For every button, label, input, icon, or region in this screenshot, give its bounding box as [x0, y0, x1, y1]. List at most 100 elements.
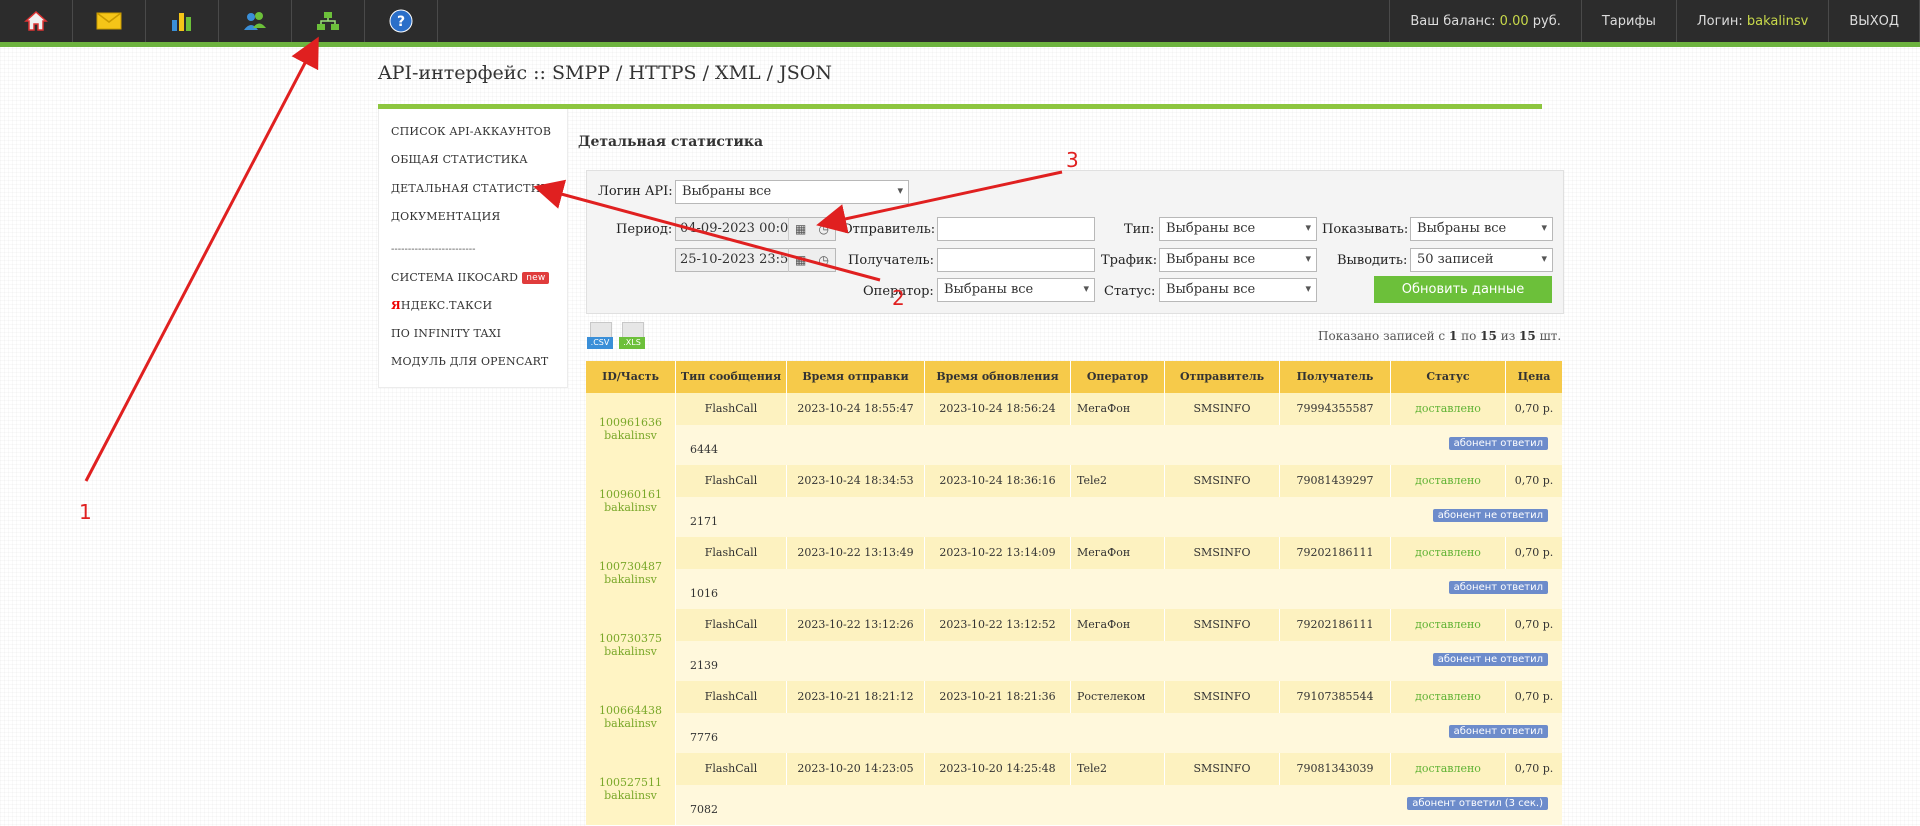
answer-status-badge: абонент не ответил [1432, 509, 1548, 522]
call-code: 6444 [690, 443, 718, 456]
sidebar-item-iikocard[interactable]: СИСТЕМА IIKOCARD new [391, 271, 550, 284]
summary-suffix: шт. [1535, 329, 1562, 343]
show-select[interactable]: Выбраны все [1410, 217, 1553, 241]
message-user: bakalinsv [604, 789, 657, 802]
table-row: 100960161 bakalinsv FlashCall 2023-10-24 18… [586, 465, 1562, 538]
col-header[interactable]: Цена [1506, 361, 1562, 393]
id-cell: 100961636 bakalinsv [586, 393, 676, 465]
cell-operator: Tele2 [1071, 465, 1165, 497]
row-extra: 2139 абонент не ответил [676, 641, 1562, 681]
cell-recipient: 79202186111 [1280, 609, 1391, 641]
period-to-pickers: ▦ ◷ [788, 248, 836, 272]
message-id-link[interactable]: 100730487 [599, 560, 662, 573]
col-header[interactable]: ID/Часть [586, 361, 676, 393]
sidebar-item-opencart[interactable]: МОДУЛЬ ДЛЯ OPENCART [391, 355, 548, 368]
id-cell: 100730487 bakalinsv [586, 537, 676, 609]
login-value: bakalinsv [1746, 13, 1809, 29]
id-cell: 100664438 bakalinsv [586, 681, 676, 753]
period-from-input[interactable]: 04-09-2023 00:00 [675, 217, 789, 241]
cell-price: 0,70 р. [1514, 474, 1554, 487]
message-user: bakalinsv [604, 645, 657, 658]
cell-status: доставлено [1391, 537, 1506, 569]
answer-status-badge: абонент ответил [1448, 725, 1548, 738]
id-cell: 100527511 bakalinsv [586, 753, 676, 825]
message-id-link[interactable]: 100527511 [599, 776, 662, 789]
cell-type: FlashCall [676, 681, 787, 713]
help-icon[interactable]: ? [365, 0, 438, 42]
message-id-link[interactable]: 100730375 [599, 632, 662, 645]
col-header[interactable]: Отправитель [1165, 361, 1280, 393]
message-user: bakalinsv [604, 573, 657, 586]
summary-prefix: Показано записей с [1318, 329, 1449, 343]
cell-updated: 2023-10-20 14:25:48 [925, 753, 1071, 785]
update-data-button[interactable]: Обновить данные [1374, 276, 1552, 303]
period-to-input[interactable]: 25-10-2023 23:59 [675, 248, 789, 272]
message-user: bakalinsv [604, 429, 657, 442]
cell-type: FlashCall [676, 753, 787, 785]
cell-sent: 2023-10-21 18:21:12 [787, 681, 925, 713]
col-header[interactable]: Оператор [1071, 361, 1165, 393]
col-header[interactable]: Получатель [1280, 361, 1391, 393]
account-panel: Ваш баланс: 0.00 руб. Тарифы Логин: baka… [1389, 0, 1920, 42]
summary-mid2: из [1496, 329, 1520, 343]
stats-table: ID/Часть Тип сообщения Время отправки Вр… [586, 361, 1562, 826]
message-user: bakalinsv [604, 717, 657, 730]
chart-icon[interactable] [146, 0, 219, 42]
sidebar-item-general-stats[interactable]: ОБЩАЯ СТАТИСТИКА [391, 153, 528, 166]
calendar-icon[interactable]: ▦ [795, 222, 806, 236]
type-select[interactable]: Выбраны все [1159, 217, 1317, 241]
cell-sent: 2023-10-22 13:13:49 [787, 537, 925, 569]
operator-select[interactable]: Выбраны все [937, 278, 1095, 302]
cell-operator: МегаФон [1071, 609, 1165, 641]
annotation-number-2: 2 [892, 286, 905, 310]
cell-price: 0,70 р. [1514, 618, 1554, 631]
sidebar-item-yandex-taxi[interactable]: ЯНДЕКС.ТАКСИ [391, 299, 492, 312]
sidebar-item-documentation[interactable]: ДОКУМЕНТАЦИЯ [391, 210, 500, 223]
tariffs-link[interactable]: Тарифы [1580, 0, 1676, 42]
yandex-logo-letter: Я [391, 299, 401, 312]
sender-input[interactable] [937, 217, 1095, 241]
users-icon[interactable] [219, 0, 292, 42]
logout-link[interactable]: ВЫХОД [1828, 0, 1920, 42]
recipient-label: Получатель: [848, 253, 935, 268]
login-api-select[interactable]: Выбраны все [675, 180, 909, 204]
mail-icon[interactable] [73, 0, 146, 42]
type-label: Тип: [1124, 222, 1155, 237]
row-details: FlashCall 2023-10-21 18:21:12 2023-10-21 1… [676, 681, 1562, 713]
clock-icon[interactable]: ◷ [818, 253, 828, 267]
col-header[interactable]: Статус [1391, 361, 1506, 393]
records-summary: Показано записей с 1 по 15 из 15 шт. [1318, 329, 1561, 343]
answer-status-badge: абонент ответил [1448, 437, 1548, 450]
cell-recipient: 79994355587 [1280, 393, 1391, 425]
col-header[interactable]: Время отправки [787, 361, 925, 393]
recipient-input[interactable] [937, 248, 1095, 272]
home-icon[interactable] [0, 0, 73, 42]
col-header[interactable]: Тип сообщения [676, 361, 787, 393]
output-select[interactable]: 50 записей [1410, 248, 1553, 272]
row-extra: 1016 абонент ответил [676, 569, 1562, 609]
api-network-icon[interactable] [292, 0, 365, 42]
status-select[interactable]: Выбраны все [1159, 278, 1317, 302]
svg-text:?: ? [397, 14, 405, 30]
sidebar-item-detailed-stats[interactable]: ДЕТАЛЬНАЯ СТАТИСТИКА [391, 182, 558, 195]
cell-sent: 2023-10-24 18:55:47 [787, 393, 925, 425]
traffic-select[interactable]: Выбраны все [1159, 248, 1317, 272]
calendar-icon[interactable]: ▦ [795, 253, 806, 267]
call-code: 1016 [690, 587, 718, 600]
col-header[interactable]: Время обновления [925, 361, 1071, 393]
cell-updated: 2023-10-24 18:36:16 [925, 465, 1071, 497]
annotation-number-1: 1 [79, 500, 92, 524]
clock-icon[interactable]: ◷ [818, 222, 828, 236]
sidebar-item-api-accounts[interactable]: СПИСОК API-АККАУНТОВ [391, 125, 551, 138]
cell-price: 0,70 р. [1514, 762, 1554, 775]
cell-status: доставлено [1391, 393, 1506, 425]
message-id-link[interactable]: 100961636 [599, 416, 662, 429]
sidebar-item-infinity-taxi[interactable]: ПО INFINITY TAXI [391, 327, 501, 340]
yandex-label: НДЕКС.ТАКСИ [400, 299, 493, 312]
row-details: FlashCall 2023-10-22 13:13:49 2023-10-22 1… [676, 537, 1562, 569]
xls-export-icon[interactable]: .XLS [619, 322, 645, 352]
csv-export-icon[interactable]: .CSV [587, 322, 613, 352]
message-id-link[interactable]: 100664438 [599, 704, 662, 717]
xls-tag: .XLS [619, 337, 645, 349]
message-id-link[interactable]: 100960161 [599, 488, 662, 501]
